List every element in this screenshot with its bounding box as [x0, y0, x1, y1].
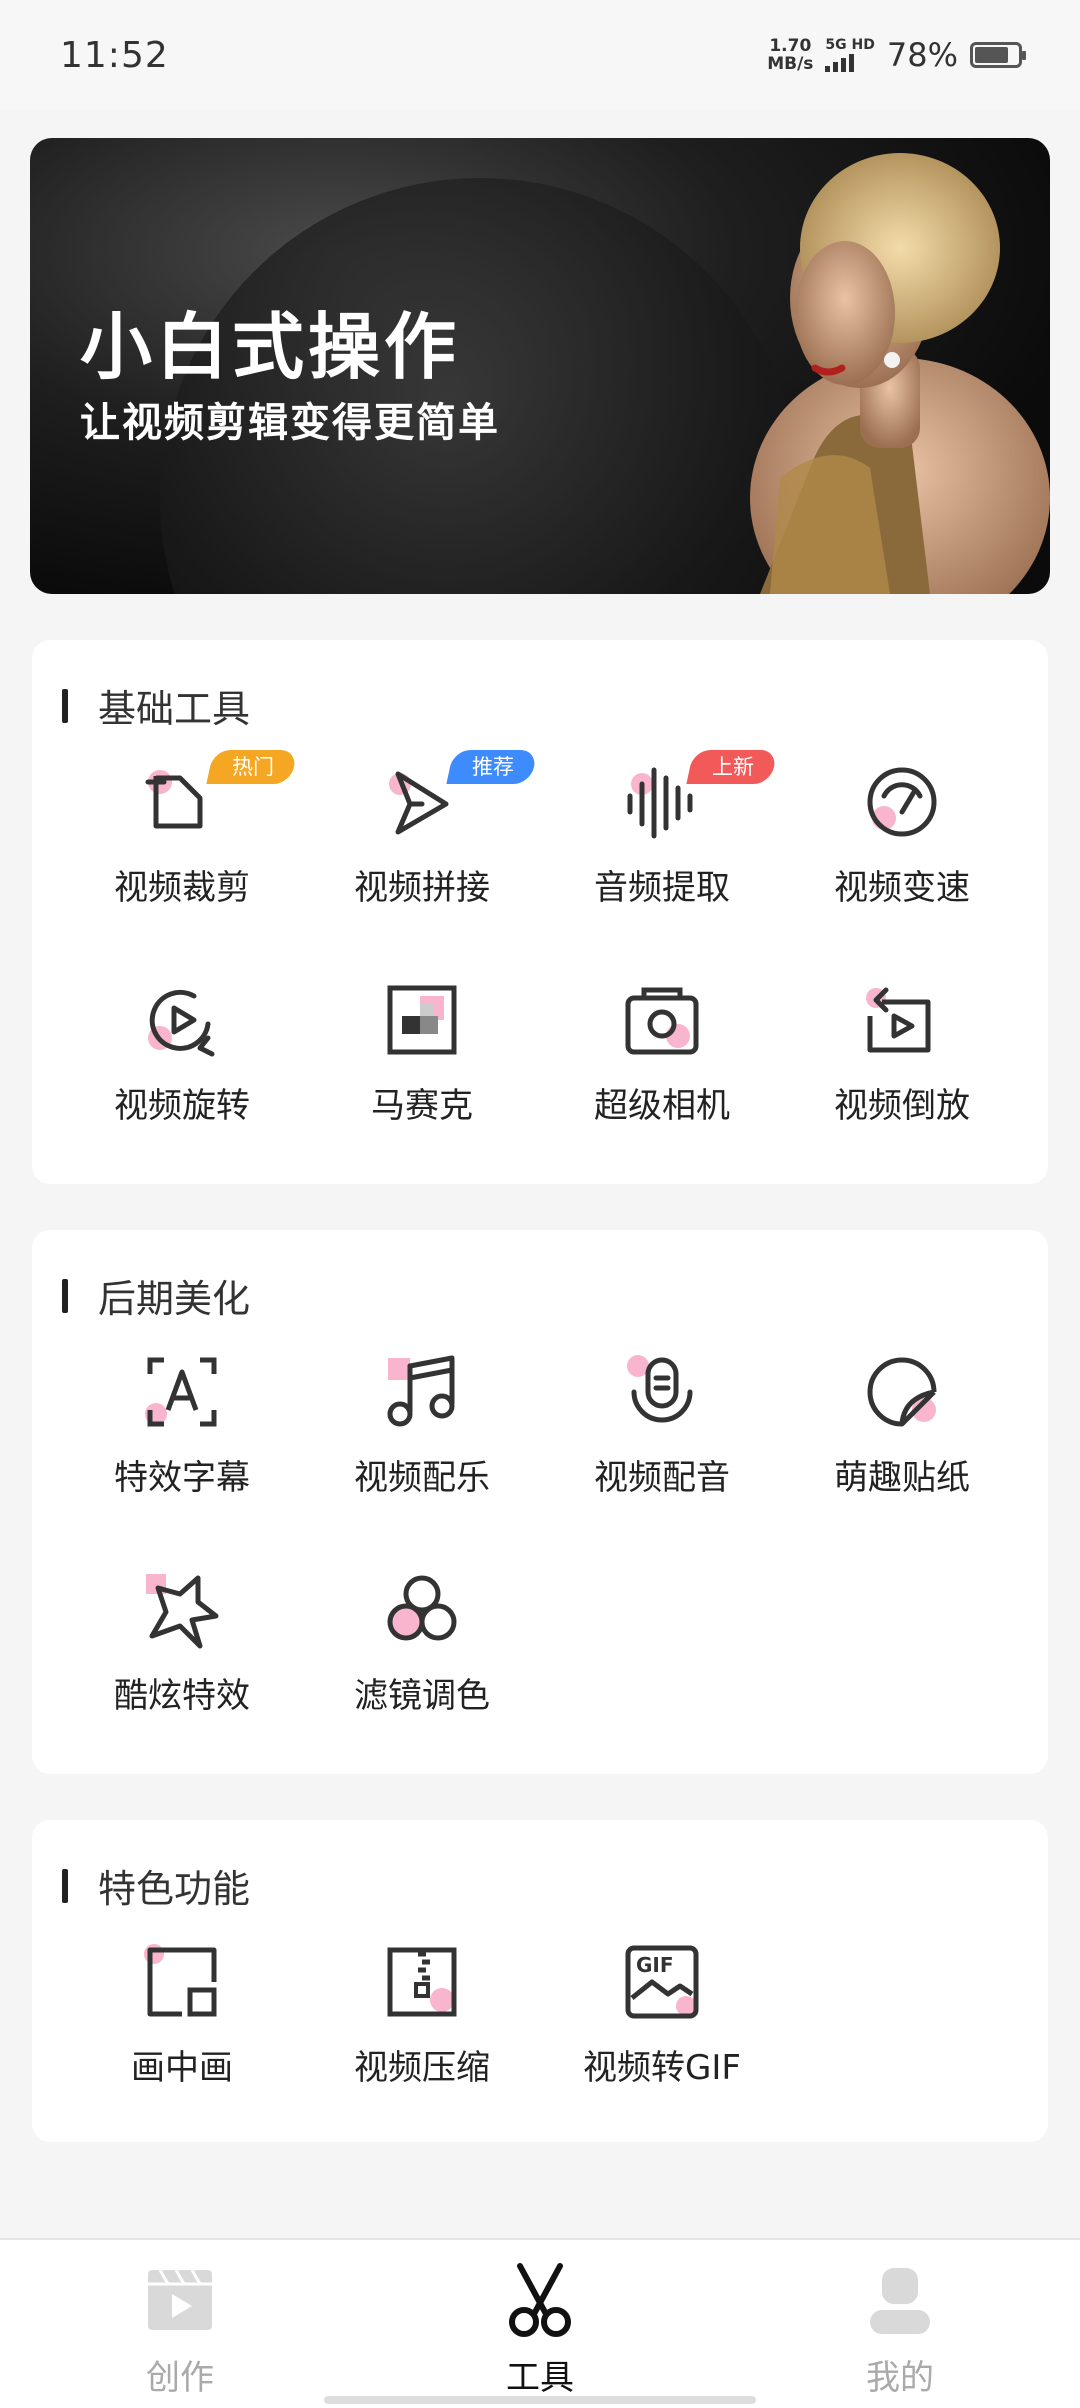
subtitle-icon — [142, 1352, 222, 1432]
tool-label: 音频提取 — [594, 868, 730, 908]
tool-video-crop[interactable]: 热门 视频裁剪 — [62, 750, 302, 978]
section-marker — [62, 1278, 68, 1313]
section-title: 基础工具 — [98, 687, 251, 731]
tool-video-speed[interactable]: 视频变速 — [782, 760, 1022, 978]
scissors-icon — [500, 2260, 580, 2340]
status-time: 11:52 — [60, 34, 169, 76]
rotate-play-icon — [142, 980, 222, 1060]
badge-recommend: 推荐 — [446, 750, 538, 784]
section-basic-tools: 基础工具 热门 视频裁剪 推荐 视频拼接 上新 音频提取 视频变速 视频旋转 马… — [32, 640, 1048, 1184]
section-marker — [62, 1868, 68, 1903]
star-effect-icon — [142, 1570, 222, 1650]
zip-compress-icon — [382, 1942, 462, 2022]
section-title: 特色功能 — [98, 1867, 251, 1911]
filter-circles-icon — [382, 1570, 462, 1650]
tool-super-camera[interactable]: 超级相机 — [542, 978, 782, 1196]
tool-label: 视频配音 — [594, 1458, 730, 1498]
tool-video-compress[interactable]: 视频压缩 — [302, 1940, 542, 2158]
reverse-play-icon — [862, 980, 942, 1060]
status-indicators: 1.70 MB/s 5G HD 78% — [767, 36, 1026, 74]
music-note-icon — [382, 1352, 462, 1432]
section-title: 后期美化 — [98, 1277, 251, 1321]
tool-label: 特效字幕 — [114, 1458, 250, 1498]
user-icon — [860, 2260, 940, 2340]
nav-label: 我的 — [866, 2358, 934, 2398]
signal-icon: 5G HD — [825, 37, 875, 72]
home-indicator[interactable] — [324, 2396, 756, 2404]
tool-video-to-gif[interactable]: GIF 视频转GIF — [542, 1940, 782, 2158]
battery-percent: 78% — [886, 36, 958, 74]
network-speed-value: 1.70 — [769, 36, 812, 56]
network-speed: 1.70 MB/s — [767, 37, 813, 73]
nav-tools[interactable]: 工具 — [360, 2240, 720, 2408]
tool-label: 滤镜调色 — [354, 1676, 490, 1716]
tool-mosaic[interactable]: 马赛克 — [302, 978, 542, 1196]
battery-icon — [970, 42, 1026, 68]
gif-icon: GIF — [622, 1942, 702, 2022]
tool-filter-color[interactable]: 滤镜调色 — [302, 1568, 542, 1786]
tool-audio-extract[interactable]: 上新 音频提取 — [542, 750, 782, 978]
tool-video-rotate[interactable]: 视频旋转 — [62, 978, 302, 1196]
bottom-navigation: 创作 工具 我的 — [0, 2238, 1080, 2408]
network-speed-unit: MB/s — [767, 54, 814, 74]
banner-subtitle: 让视频剪辑变得更简单 — [80, 400, 500, 446]
nav-create[interactable]: 创作 — [0, 2240, 360, 2408]
badge-new: 上新 — [686, 750, 778, 784]
section-post-beautify: 后期美化 特效字幕 视频配乐 视频配音 萌趣贴纸 酷炫特效 滤镜调色 — [32, 1230, 1048, 1774]
tool-label: 马赛克 — [371, 1086, 473, 1126]
tool-label: 超级相机 — [594, 1086, 730, 1126]
tool-video-reverse[interactable]: 视频倒放 — [782, 978, 1022, 1196]
picture-in-picture-icon — [142, 1942, 222, 2022]
tool-label: 视频转GIF — [583, 2048, 741, 2088]
status-bar: 11:52 1.70 MB/s 5G HD 78% — [0, 0, 1080, 110]
tool-label: 画中画 — [131, 2048, 233, 2088]
tool-label: 视频压缩 — [354, 2048, 490, 2088]
camera-icon — [622, 980, 702, 1060]
tool-label: 视频配乐 — [354, 1458, 490, 1498]
tool-label: 视频裁剪 — [114, 868, 250, 908]
network-type: 5G HD — [825, 37, 875, 53]
nav-label: 创作 — [146, 2358, 214, 2398]
banner-title: 小白式操作 — [80, 305, 461, 389]
tool-video-dubbing[interactable]: 视频配音 — [542, 1350, 782, 1568]
tool-label: 视频倒放 — [834, 1086, 970, 1126]
tool-cool-effect[interactable]: 酷炫特效 — [62, 1568, 302, 1786]
nav-label: 工具 — [506, 2358, 574, 2398]
tool-effect-subtitle[interactable]: 特效字幕 — [62, 1350, 302, 1568]
section-marker — [62, 688, 68, 723]
tool-cute-sticker[interactable]: 萌趣贴纸 — [782, 1350, 1022, 1568]
tool-video-join[interactable]: 推荐 视频拼接 — [302, 750, 542, 978]
svg-text:GIF: GIF — [636, 1953, 674, 1977]
tool-label: 萌趣贴纸 — [834, 1458, 970, 1498]
clapperboard-icon — [140, 2260, 220, 2340]
sticker-icon — [862, 1352, 942, 1432]
badge-hot: 热门 — [206, 750, 298, 784]
tool-label: 视频变速 — [834, 868, 970, 908]
banner-model-image — [750, 153, 1050, 594]
nav-mine[interactable]: 我的 — [720, 2240, 1080, 2408]
tool-video-music[interactable]: 视频配乐 — [302, 1350, 542, 1568]
mosaic-icon — [382, 980, 462, 1060]
tool-picture-in-picture[interactable]: 画中画 — [62, 1940, 302, 2158]
microphone-icon — [622, 1352, 702, 1432]
promo-banner[interactable]: 小白式操作 让视频剪辑变得更简单 — [30, 138, 1050, 594]
speedometer-icon — [862, 762, 942, 842]
tool-label: 酷炫特效 — [114, 1676, 250, 1716]
section-featured: 特色功能 画中画 视频压缩 GIF 视频转GIF — [32, 1820, 1048, 2142]
tool-label: 视频旋转 — [114, 1086, 250, 1126]
tool-label: 视频拼接 — [354, 868, 490, 908]
